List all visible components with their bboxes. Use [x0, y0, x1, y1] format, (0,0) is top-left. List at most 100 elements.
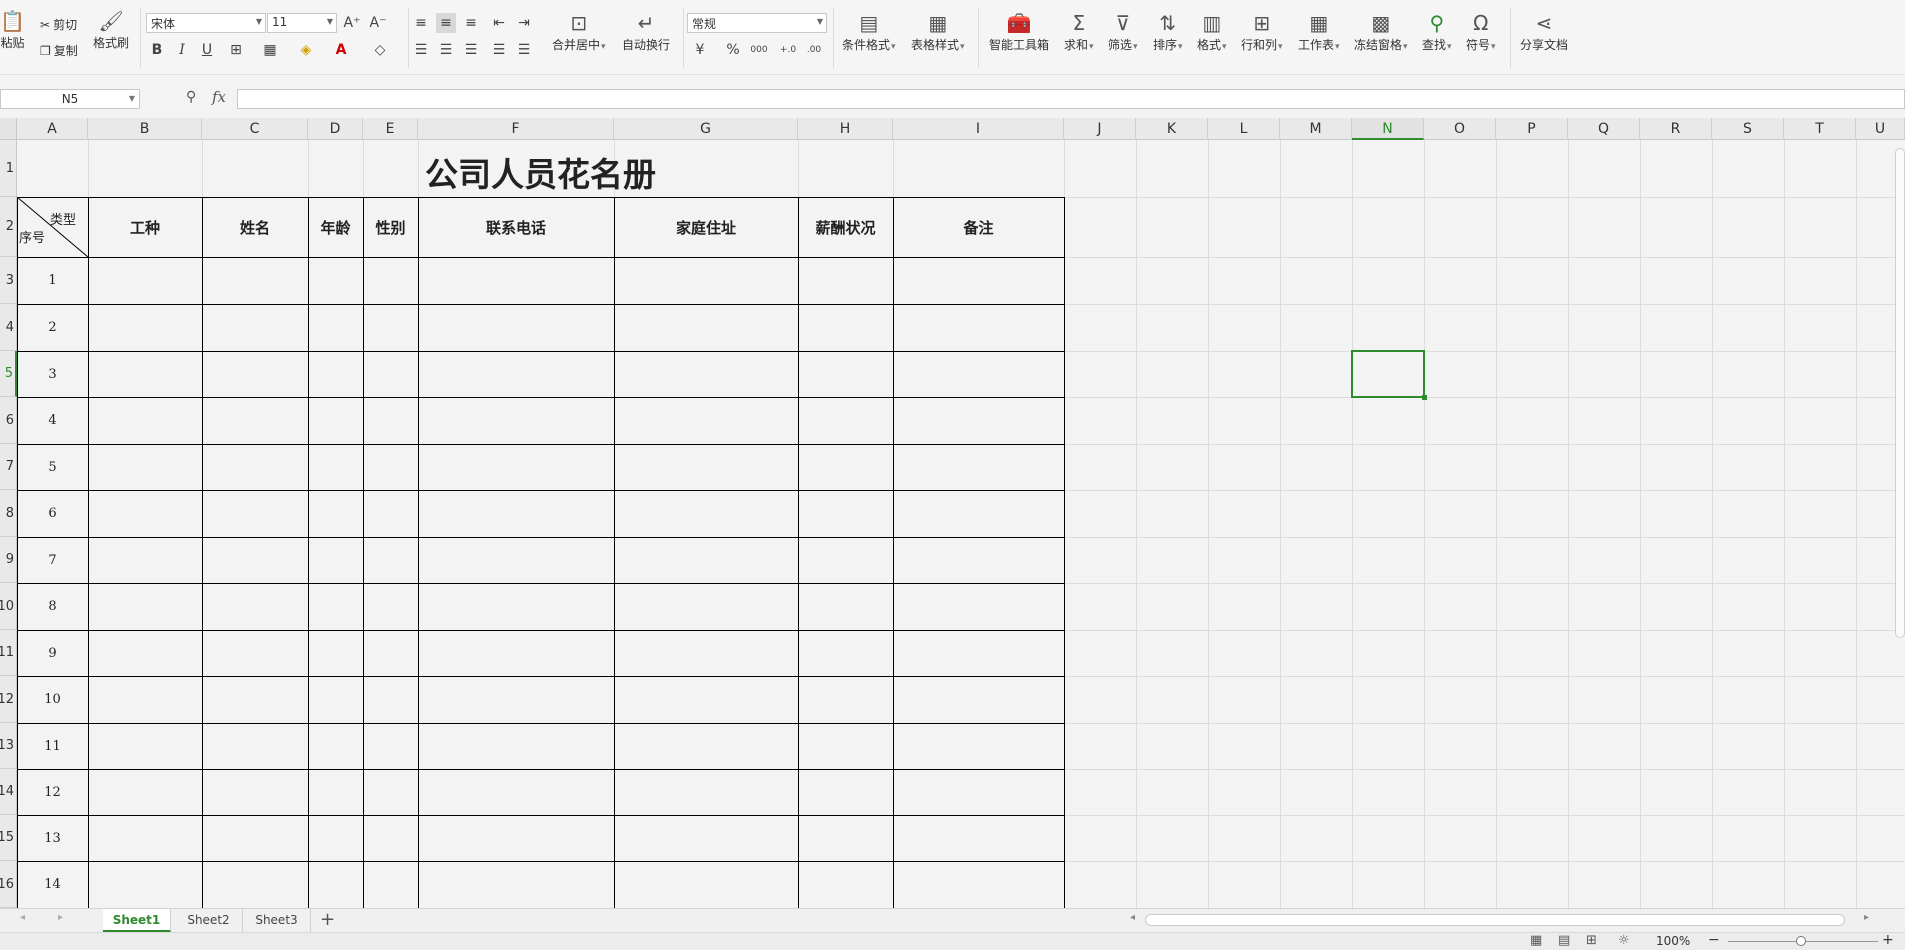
column-header-h[interactable]: H: [798, 118, 893, 140]
row-header-12[interactable]: 12: [0, 676, 17, 723]
find-button[interactable]: ⚲ 查找▾: [1422, 8, 1452, 54]
copy-button[interactable]: ❐ 复制: [40, 42, 78, 59]
increase-indent-icon[interactable]: ⇥: [514, 13, 534, 33]
column-header-j[interactable]: J: [1064, 118, 1136, 140]
column-header-g[interactable]: G: [614, 118, 798, 140]
formula-input[interactable]: [237, 89, 1905, 109]
eye-protect-icon[interactable]: ☼: [1618, 933, 1630, 948]
underline-button[interactable]: U: [197, 40, 217, 60]
table-row-index[interactable]: 13: [17, 815, 88, 861]
font-color-icon[interactable]: A: [331, 40, 351, 60]
align-center-icon[interactable]: ☰: [436, 40, 456, 60]
percent-button[interactable]: %: [723, 40, 743, 60]
column-header-c[interactable]: C: [202, 118, 308, 140]
table-row-index[interactable]: 9: [17, 630, 88, 676]
sort-button[interactable]: ⇅ 排序▾: [1153, 8, 1183, 54]
fx-button[interactable]: fx: [212, 88, 226, 106]
align-left-icon[interactable]: ☰: [411, 40, 431, 60]
vertical-scrollbar[interactable]: [1895, 148, 1905, 638]
row-header-7[interactable]: 7: [0, 444, 17, 490]
freeze-panes-button[interactable]: ▩ 冻结窗格▾: [1354, 8, 1408, 54]
decrease-indent-icon[interactable]: ⇤: [489, 13, 509, 33]
table-header-cell[interactable]: 家庭住址: [614, 197, 798, 257]
align-bottom-icon[interactable]: ≡: [461, 13, 481, 33]
font-size-select[interactable]: 11 ▼: [267, 13, 337, 33]
justify-icon[interactable]: ☰: [489, 40, 509, 60]
table-header-cell[interactable]: 年龄: [308, 197, 363, 257]
row-header-1[interactable]: 1: [0, 140, 17, 197]
select-all-corner[interactable]: [0, 118, 17, 140]
row-header-11[interactable]: 11: [0, 630, 17, 676]
column-header-a[interactable]: A: [17, 118, 88, 140]
column-header-i[interactable]: I: [893, 118, 1064, 140]
decrease-decimal-button[interactable]: .00: [804, 40, 824, 60]
scroll-left-icon[interactable]: ◂: [1130, 912, 1135, 923]
sheet-tab-sheet1[interactable]: Sheet1: [103, 909, 171, 932]
sheet-tab-sheet3[interactable]: Sheet3: [243, 909, 311, 932]
zoom-out-button[interactable]: −: [1708, 932, 1720, 948]
align-top-icon[interactable]: ≡: [411, 13, 431, 33]
row-header-3[interactable]: 3: [0, 257, 17, 304]
align-middle-icon[interactable]: ≡: [436, 13, 456, 33]
row-header-10[interactable]: 10: [0, 583, 17, 630]
row-header-5[interactable]: 5: [0, 351, 17, 397]
fill-color-icon[interactable]: ◈: [296, 40, 316, 60]
table-row-index[interactable]: 14: [17, 861, 88, 908]
table-header-cell[interactable]: 联系电话: [418, 197, 614, 257]
page-layout-icon[interactable]: ▤: [1558, 933, 1570, 948]
sheet-tab-sheet2[interactable]: Sheet2: [175, 909, 243, 932]
row-header-8[interactable]: 8: [0, 490, 17, 537]
name-box[interactable]: N5 ▼: [0, 89, 140, 109]
distributed-icon[interactable]: ☰: [514, 40, 534, 60]
table-row-index[interactable]: 8: [17, 583, 88, 630]
zoom-formula-icon[interactable]: ⚲: [186, 89, 196, 105]
sum-button[interactable]: Σ 求和▾: [1064, 8, 1094, 54]
format-button[interactable]: ▥ 格式▾: [1197, 8, 1227, 54]
page-break-icon[interactable]: ⊞: [1586, 933, 1597, 948]
share-doc-button[interactable]: ⋖ 分享文档: [1520, 8, 1568, 52]
thousands-button[interactable]: 000: [749, 40, 769, 60]
table-row-index[interactable]: 10: [17, 676, 88, 723]
row-header-15[interactable]: 15: [0, 815, 17, 861]
column-header-s[interactable]: S: [1712, 118, 1784, 140]
column-header-n[interactable]: N: [1352, 118, 1424, 140]
table-header-cell[interactable]: 备注: [893, 197, 1064, 257]
tab-scroll-last-icon[interactable]: ▸: [58, 912, 63, 923]
column-header-q[interactable]: Q: [1568, 118, 1640, 140]
table-row-index[interactable]: 4: [17, 397, 88, 444]
bold-button[interactable]: B: [147, 40, 167, 60]
tab-scroll-first-icon[interactable]: ◂: [20, 912, 25, 923]
table-row-index[interactable]: 12: [17, 769, 88, 815]
column-header-l[interactable]: L: [1208, 118, 1280, 140]
merge-center-button[interactable]: ⊡ 合并居中▾: [552, 8, 606, 54]
table-row-index[interactable]: 11: [17, 723, 88, 769]
zoom-level[interactable]: 100%: [1656, 934, 1690, 948]
horizontal-scrollbar[interactable]: [1145, 914, 1845, 926]
column-header-m[interactable]: M: [1280, 118, 1352, 140]
number-format-select[interactable]: 常规 ▼: [687, 13, 827, 33]
conditional-format-button[interactable]: ▤ 条件格式▾: [842, 8, 896, 54]
row-header-6[interactable]: 6: [0, 397, 17, 444]
filter-button[interactable]: ⊽ 筛选▾: [1108, 8, 1138, 54]
table-style-button[interactable]: ▦ 表格样式▾: [911, 8, 965, 54]
row-header-14[interactable]: 14: [0, 769, 17, 815]
table-header-cell[interactable]: 姓名: [202, 197, 308, 257]
add-sheet-button[interactable]: +: [320, 909, 335, 930]
column-header-e[interactable]: E: [363, 118, 418, 140]
sheet-title[interactable]: 公司人员花名册: [17, 148, 1064, 196]
currency-icon[interactable]: ¥: [690, 40, 710, 60]
wrap-text-button[interactable]: ↵ 自动换行: [622, 8, 670, 52]
table-row-index[interactable]: 1: [17, 257, 88, 304]
normal-view-icon[interactable]: ▦: [1530, 933, 1542, 948]
format-painter-button[interactable]: 🖌 格式刷: [93, 6, 129, 50]
column-header-t[interactable]: T: [1784, 118, 1856, 140]
table-header-cell[interactable]: 性别: [363, 197, 418, 257]
selected-cell[interactable]: [1351, 350, 1427, 400]
zoom-slider-thumb[interactable]: [1796, 936, 1806, 946]
row-header-4[interactable]: 4: [0, 304, 17, 351]
row-header-2[interactable]: 2: [0, 197, 17, 257]
table-row-index[interactable]: 6: [17, 490, 88, 537]
scroll-right-icon[interactable]: ▸: [1864, 912, 1869, 923]
decrease-font-icon[interactable]: A⁻: [368, 13, 388, 33]
font-name-select[interactable]: 宋体 ▼: [146, 13, 266, 33]
